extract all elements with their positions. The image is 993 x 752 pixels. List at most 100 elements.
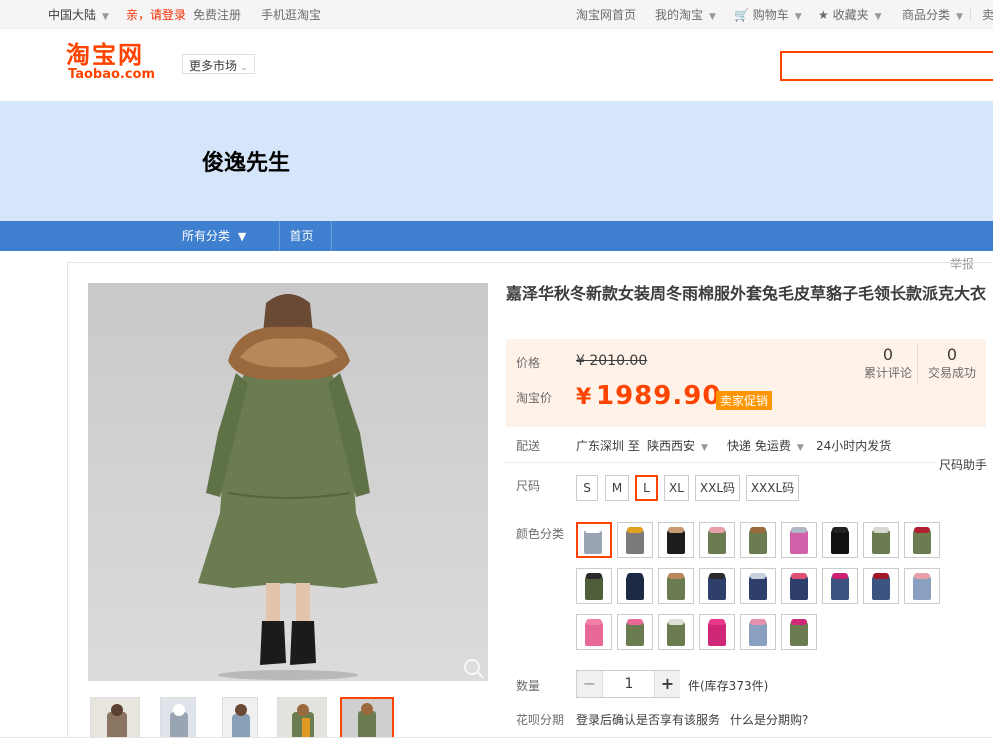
quantity-label: 数量 — [516, 679, 541, 693]
taobao-price-label: 淘宝价 — [516, 391, 553, 405]
cart-link[interactable]: 🛒 购物车 ▼ — [734, 6, 802, 23]
shipping-destination: 陕西西安 — [647, 439, 696, 453]
triangle-down-icon: ▼ — [237, 230, 247, 243]
color-swatch[interactable] — [576, 522, 612, 558]
color-swatch[interactable] — [617, 568, 653, 604]
page-bottom-edge — [0, 737, 993, 752]
shipping-from: 广东深圳 至 — [576, 439, 640, 453]
star-icon: ★ — [818, 8, 829, 22]
color-swatch[interactable] — [617, 614, 653, 650]
seller-promo-badge[interactable]: 卖家促销 — [716, 391, 773, 410]
color-label: 颜色分类 — [516, 527, 565, 541]
mobile-taobao-link[interactable]: 手机逛淘宝 — [261, 6, 321, 23]
chevron-down-icon: ▼ — [709, 12, 716, 22]
zoom-icon[interactable] — [464, 659, 480, 675]
shipping-label: 配送 — [516, 439, 541, 453]
color-swatch[interactable] — [863, 522, 899, 558]
favorites-link[interactable]: ★ 收藏夹 ▼ — [818, 6, 882, 23]
login-link[interactable]: 亲，请登录 — [126, 6, 186, 23]
taobao-logo[interactable]: 淘宝网 Taobao.com — [66, 42, 155, 82]
chevron-down-icon: ▼ — [956, 12, 963, 22]
product-title: 嘉泽华秋冬新款女装周冬雨棉服外套兔毛皮草貉子毛领长款派克大衣 — [506, 284, 987, 303]
color-swatch[interactable] — [658, 522, 694, 558]
color-swatch[interactable] — [863, 568, 899, 604]
size-option-xxxl[interactable]: XXXL码 — [746, 475, 799, 501]
color-swatch[interactable] — [699, 568, 735, 604]
more-markets-dropdown[interactable]: 更多市场 ⌄ — [182, 54, 255, 74]
more-markets-label: 更多市场 — [189, 59, 238, 73]
nav-all-categories[interactable]: 所有分类 ▼ — [168, 221, 280, 251]
color-swatch[interactable] — [781, 568, 817, 604]
size-helper-link[interactable]: 尺码助手 — [939, 456, 987, 473]
site-topbar: 中国大陆 ▼ 亲，请登录 免费注册 手机逛淘宝 淘宝网首页 我的淘宝 ▼ 🛒 购物车… — [0, 0, 993, 29]
sales-stat[interactable]: 0 交易成功 — [922, 345, 982, 381]
size-option-m[interactable]: M — [605, 475, 629, 501]
shop-name: 俊逸先生 — [202, 151, 291, 176]
shipping-method-dropdown[interactable]: 快递 免运费 ▼ — [727, 437, 804, 454]
my-taobao-link[interactable]: 我的淘宝 ▼ — [655, 6, 716, 23]
size-label: 尺码 — [516, 479, 541, 493]
color-swatch[interactable] — [576, 614, 612, 650]
sales-label: 交易成功 — [927, 366, 976, 380]
region-selector[interactable]: 中国大陆 ▼ — [48, 6, 109, 23]
color-swatch[interactable] — [699, 522, 735, 558]
color-swatch[interactable] — [658, 568, 694, 604]
color-swatch[interactable] — [576, 568, 612, 604]
chevron-down-icon: ▼ — [701, 443, 708, 453]
color-swatch[interactable] — [740, 522, 776, 558]
chevron-down-icon: ▼ — [794, 12, 802, 22]
taobao-home-link[interactable]: 淘宝网首页 — [576, 6, 636, 23]
chevron-down-icon: ⌄ — [240, 63, 248, 73]
favorites-label: 收藏夹 — [832, 8, 869, 22]
price-label: 价格 — [516, 356, 541, 370]
my-taobao-label: 我的淘宝 — [655, 8, 704, 22]
register-link[interactable]: 免费注册 — [193, 6, 241, 23]
shipping-destination-dropdown[interactable]: 陕西西安 ▼ — [647, 437, 708, 454]
chevron-down-icon: ▼ — [796, 443, 804, 453]
divider — [917, 345, 918, 385]
search-input[interactable] — [780, 51, 993, 81]
categories-link[interactable]: 商品分类 ▼ — [902, 6, 963, 23]
shop-nav: 所有分类 ▼ 首页 — [0, 221, 993, 251]
color-swatch[interactable] — [781, 614, 817, 650]
color-swatch[interactable] — [617, 522, 653, 558]
color-swatch[interactable] — [822, 522, 858, 558]
seller-link[interactable]: 卖 — [982, 6, 993, 23]
size-option-xl[interactable]: XL — [664, 475, 689, 501]
color-swatch[interactable] — [658, 614, 694, 650]
quantity-stepper: − 1 + — [576, 670, 680, 698]
review-stat[interactable]: 0 累计评论 — [858, 345, 918, 381]
color-swatch[interactable] — [904, 522, 940, 558]
size-option-l[interactable]: L — [635, 475, 658, 501]
original-price: ¥ 2010.00 — [576, 353, 648, 369]
color-swatch[interactable] — [740, 614, 776, 650]
price-box: 价格 ¥ 2010.00 淘宝价 ¥ 1989.90 卖家促销 0 累计评论 0… — [506, 339, 986, 427]
size-option-xxl[interactable]: XXL码 — [695, 475, 740, 501]
divider — [506, 462, 936, 463]
color-swatch[interactable] — [781, 522, 817, 558]
currency-symbol: ¥ — [576, 385, 592, 410]
nav-all-categories-label: 所有分类 — [182, 229, 231, 243]
product-main-image[interactable] — [88, 283, 488, 681]
color-swatch[interactable] — [699, 614, 735, 650]
color-swatch[interactable] — [740, 568, 776, 604]
nav-home[interactable]: 首页 — [272, 221, 332, 251]
chevron-down-icon: ▼ — [102, 12, 109, 22]
color-swatch[interactable] — [904, 568, 940, 604]
cart-icon: 🛒 — [734, 8, 749, 22]
color-swatch[interactable] — [822, 568, 858, 604]
site-header: 淘宝网 Taobao.com 更多市场 ⌄ — [0, 30, 993, 101]
coat-model-illustration — [198, 294, 378, 680]
quantity-decrease-button[interactable]: − — [577, 671, 603, 697]
shop-banner: 俊逸先生 — [0, 101, 993, 221]
shipping-method: 快递 免运费 — [727, 439, 791, 453]
installment-label: 花呗分期 — [516, 713, 565, 727]
review-label: 累计评论 — [863, 366, 912, 380]
installment-help-link[interactable]: 什么是分期购? — [730, 711, 808, 728]
quantity-input[interactable]: 1 — [604, 671, 654, 697]
size-option-s[interactable]: S — [576, 475, 598, 501]
chevron-down-icon: ▼ — [874, 12, 882, 22]
quantity-increase-button[interactable]: + — [654, 671, 680, 697]
cart-label: 购物车 — [752, 8, 789, 22]
review-count: 0 — [882, 345, 894, 364]
